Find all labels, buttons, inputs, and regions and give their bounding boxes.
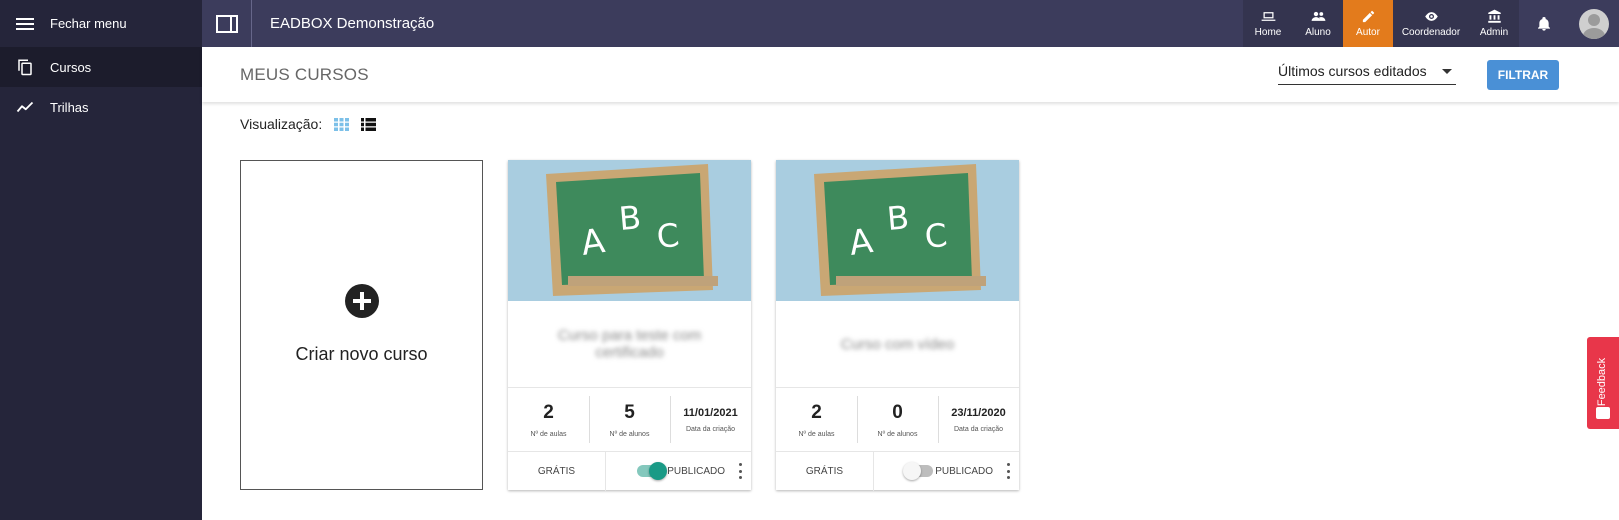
user-avatar-button[interactable] (1569, 0, 1619, 47)
list-view-icon (361, 117, 377, 131)
sidebar-item-label: Trilhas (50, 99, 89, 115)
close-menu-label: Fechar menu (50, 16, 127, 31)
stat-value: 2 (811, 401, 822, 423)
publish-label: PUBLICADO (935, 465, 993, 477)
sidebar-item-label: Cursos (50, 59, 92, 75)
stat-value: 0 (892, 401, 903, 423)
nav-autor[interactable]: Autor (1343, 0, 1393, 55)
stat-value: 23/11/2020 (951, 406, 1006, 419)
svg-text:B: B (617, 198, 642, 238)
nav-label: Autor (1356, 27, 1380, 38)
nav-admin[interactable]: Admin (1469, 0, 1519, 47)
create-course-card[interactable]: Criar novo curso (240, 160, 483, 490)
publish-toggle[interactable] (903, 462, 934, 480)
course-footer: GRÁTIS PUBLICADO (508, 451, 751, 491)
more-options-icon[interactable] (1003, 463, 1013, 479)
course-footer: GRÁTIS PUBLICADO (776, 451, 1019, 491)
publish-label: PUBLICADO (667, 465, 725, 477)
feedback-label: Feedback (1596, 357, 1608, 407)
hamburger-icon (16, 15, 34, 33)
nav-label: Coordenador (1401, 27, 1461, 38)
plus-circle-icon (345, 284, 379, 318)
stat-label: Nº de alunos (877, 430, 918, 438)
sidebar-item-trilhas[interactable]: Trilhas (0, 87, 202, 127)
app-title: EADBOX Demonstração (270, 15, 435, 32)
nav-coordenador[interactable]: Coordenador (1393, 0, 1469, 47)
view-label: Visualização: (240, 116, 323, 132)
course-thumbnail: A B C (508, 160, 751, 301)
list-view-button[interactable] (361, 117, 377, 131)
stat-students: 5 Nº de alunos (589, 388, 670, 451)
svg-text:C: C (655, 216, 681, 256)
page-title: MEUS CURSOS (240, 65, 369, 84)
toggle-knob (903, 462, 922, 480)
price-label: GRÁTIS (776, 451, 874, 491)
people-icon (1311, 11, 1325, 21)
pencil-icon (1362, 10, 1374, 23)
sort-select[interactable]: Últimos cursos editados (1278, 61, 1456, 85)
close-menu-button[interactable]: Fechar menu (0, 0, 202, 47)
stat-label: Nº de aulas (530, 430, 567, 438)
stat-value: 5 (624, 401, 635, 423)
grid-view-button[interactable] (334, 117, 350, 131)
view-switcher: Visualização: (240, 116, 377, 132)
stat-lessons: 2 Nº de aulas (508, 388, 589, 451)
copy-icon (18, 59, 32, 76)
nav-label: Admin (1479, 27, 1509, 38)
panel-icon (215, 14, 238, 33)
publish-area: PUBLICADO (874, 462, 1019, 480)
stat-students: 0 Nº de alunos (857, 388, 938, 451)
toggle-knob (649, 462, 668, 480)
course-stats: 2 Nº de aulas 5 Nº de alunos 11/01/2021 … (508, 387, 751, 451)
course-title[interactable]: Curso com vídeo (776, 301, 1019, 387)
sidebar-toggle-button[interactable] (202, 0, 252, 47)
course-title[interactable]: Curso para teste com certificado (508, 301, 751, 387)
feedback-tab[interactable]: Feedback (1587, 337, 1619, 429)
nav-aluno[interactable]: Aluno (1293, 0, 1343, 47)
svg-text:C: C (923, 216, 949, 256)
nav-label: Aluno (1305, 27, 1331, 38)
stat-created: 23/11/2020 Data da criação (938, 388, 1019, 451)
course-stats: 2 Nº de aulas 0 Nº de alunos 23/11/2020 … (776, 387, 1019, 451)
publish-toggle[interactable] (637, 462, 668, 480)
stat-lessons: 2 Nº de aulas (776, 388, 857, 451)
feedback-icon (1596, 407, 1610, 419)
eye-icon (1424, 12, 1438, 21)
avatar-icon (1579, 8, 1609, 39)
nav-home[interactable]: Home (1243, 0, 1293, 47)
top-bar: EADBOX Demonstração Home Aluno Autor Coo… (202, 0, 1619, 55)
more-options-icon[interactable] (735, 463, 745, 479)
course-card[interactable]: A B C Curso para teste com certificado 2… (508, 160, 751, 491)
create-course-label: Criar novo curso (295, 344, 428, 364)
grid-view-icon (334, 117, 350, 131)
stat-label: Data da criação (685, 425, 736, 433)
notifications-button[interactable] (1519, 0, 1569, 47)
bank-icon (1487, 9, 1501, 23)
stat-label: Data da criação (953, 425, 1004, 433)
stat-value: 2 (543, 401, 554, 423)
course-card[interactable]: A B C Curso com vídeo 2 Nº de aulas 0 Nº… (776, 160, 1019, 491)
chevron-down-icon (1442, 69, 1452, 74)
role-nav: Home Aluno Autor Coordenador Admin (1243, 0, 1519, 55)
stat-value: 11/01/2021 (683, 406, 738, 419)
sort-selected-value: Últimos cursos editados (1278, 63, 1427, 79)
trend-icon (16, 101, 34, 113)
page-header: MEUS CURSOS Últimos cursos editados FILT… (202, 47, 1619, 102)
sidebar: Fechar menu Cursos Trilhas (0, 0, 202, 520)
filter-button[interactable]: FILTRAR (1487, 60, 1559, 90)
svg-text:B: B (885, 198, 910, 238)
stat-created: 11/01/2021 Data da criação (670, 388, 751, 451)
stat-label: Nº de aulas (798, 430, 835, 438)
publish-area: PUBLICADO (606, 462, 751, 480)
stat-label: Nº de alunos (609, 430, 650, 438)
laptop-icon (1261, 12, 1275, 21)
course-thumbnail: A B C (776, 160, 1019, 301)
sidebar-item-cursos[interactable]: Cursos (0, 47, 202, 87)
bell-icon (1538, 16, 1550, 31)
nav-label: Home (1254, 27, 1282, 38)
price-label: GRÁTIS (508, 451, 606, 491)
